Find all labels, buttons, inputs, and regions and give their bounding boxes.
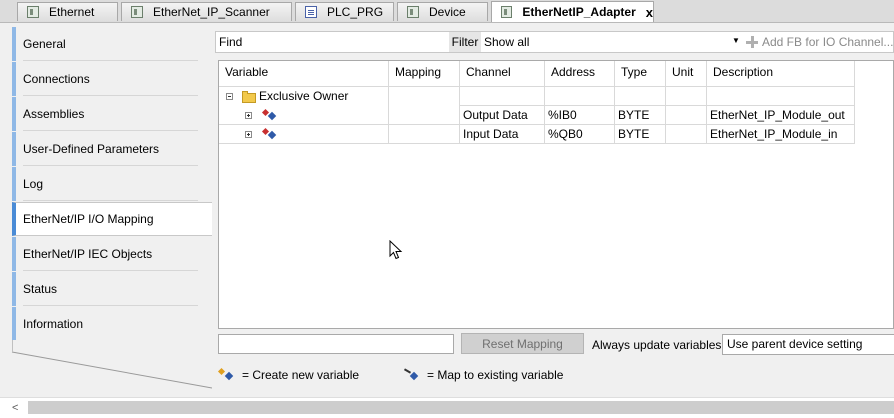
column-header-mapping[interactable]: Mapping — [389, 61, 460, 87]
column-header-description[interactable]: Description — [707, 61, 855, 87]
nav-item-label: Assemblies — [23, 107, 85, 121]
nav-item-log[interactable]: Log — [12, 167, 212, 201]
table-cell — [666, 87, 707, 106]
nav-panel-edge — [11, 340, 213, 389]
nav-item-assemblies[interactable]: Assemblies — [12, 97, 212, 131]
nav-item-status[interactable]: Status — [12, 272, 212, 306]
table-cell — [545, 87, 615, 106]
tab-plc-prg[interactable]: PLC_PRG — [295, 2, 394, 21]
find-filter-bar: Find Filter Show all ▼ Add FB for IO Cha… — [215, 31, 894, 53]
description-cell: EtherNet_IP_Module_in — [707, 125, 855, 144]
column-header-channel[interactable]: Channel — [460, 61, 545, 87]
nav-item-label: User-Defined Parameters — [23, 142, 160, 156]
filter-label: Filter — [449, 32, 481, 52]
mapping-cell[interactable] — [389, 125, 460, 144]
legend-map-label: = Map to existing variable — [427, 368, 564, 382]
scroll-left-icon[interactable]: < — [12, 402, 18, 414]
expand-icon[interactable] — [245, 112, 252, 119]
column-header-type[interactable]: Type — [615, 61, 666, 87]
unit-cell — [666, 106, 707, 125]
io-mapping-panel: Find Filter Show all ▼ Add FB for IO Cha… — [212, 27, 894, 397]
tab-label: Device — [429, 5, 466, 19]
group-label: Exclusive Owner — [259, 89, 349, 103]
unit-cell — [666, 125, 707, 144]
nav-item-label: EtherNet/IP I/O Mapping — [23, 212, 154, 226]
tab-label: PLC_PRG — [327, 5, 384, 19]
scrollbar-thumb[interactable] — [28, 401, 894, 414]
legend-create-variable: = Create new variable — [217, 367, 360, 382]
create-variable-icon — [217, 367, 236, 382]
description-cell: EtherNet_IP_Module_out — [707, 106, 855, 125]
output-variable-icon — [261, 108, 277, 121]
type-cell: BYTE — [615, 125, 666, 144]
nav-item-label: EtherNet/IP IEC Objects — [23, 247, 153, 261]
column-header-variable[interactable]: Variable — [219, 61, 389, 87]
variable-cell[interactable] — [219, 106, 389, 125]
close-icon[interactable]: x — [646, 5, 653, 20]
input-variable-icon — [261, 127, 277, 140]
find-label: Find — [219, 35, 243, 49]
table-cell — [460, 87, 545, 106]
tab-label: EtherNet_IP_Scanner — [153, 5, 270, 19]
plus-icon — [746, 36, 758, 48]
io-mapping-table: Variable Mapping Channel Address Type Un… — [218, 60, 894, 329]
address-cell: %IB0 — [545, 106, 615, 125]
channel-cell: Output Data — [460, 106, 545, 125]
column-header-unit[interactable]: Unit — [666, 61, 707, 87]
always-update-label: Always update variables — [592, 338, 722, 352]
legend-map-variable: = Map to existing variable — [403, 368, 563, 382]
table-cell — [615, 87, 666, 106]
nav-item-label: General — [23, 37, 66, 51]
table-cell — [389, 87, 460, 106]
horizontal-scrollbar[interactable]: < — [0, 397, 894, 418]
device-icon — [27, 6, 39, 18]
reset-mapping-button[interactable]: Reset Mapping — [461, 333, 584, 354]
nav-item-label: Connections — [23, 72, 90, 86]
variable-cell[interactable] — [219, 125, 389, 144]
group-cell: Exclusive Owner — [219, 87, 389, 106]
nav-item-iec-objects[interactable]: EtherNet/IP IEC Objects — [12, 237, 212, 271]
table-row[interactable]: Output Data %IB0 BYTE EtherNet_IP_Module… — [219, 106, 855, 125]
type-cell: BYTE — [615, 106, 666, 125]
device-icon — [131, 6, 143, 18]
legend-create-label: = Create new variable — [242, 368, 360, 382]
always-update-select[interactable]: Use parent device setting — [722, 334, 894, 355]
find-input[interactable] — [246, 32, 446, 52]
channel-cell: Input Data — [460, 125, 545, 144]
add-fb-label: Add FB for IO Channel... — [762, 35, 894, 49]
nav-item-label: Log — [23, 177, 44, 191]
tab-device[interactable]: Device — [397, 2, 488, 21]
add-fb-button[interactable]: Add FB for IO Channel... — [746, 35, 893, 49]
table-row[interactable]: Input Data %QB0 BYTE EtherNet_IP_Module_… — [219, 125, 855, 144]
folder-icon — [242, 91, 256, 103]
mouse-cursor-icon — [389, 240, 403, 260]
tab-ethernet[interactable]: Ethernet — [17, 2, 118, 21]
address-cell: %QB0 — [545, 125, 615, 144]
column-header-address[interactable]: Address — [545, 61, 615, 87]
nav-item-user-defined-parameters[interactable]: User-Defined Parameters — [12, 132, 212, 166]
tab-label: EtherNetIP_Adapter — [522, 5, 636, 19]
device-icon — [407, 6, 419, 18]
filter-select[interactable]: Show all — [484, 35, 738, 49]
bus-cycle-input[interactable] — [218, 334, 454, 354]
program-icon — [305, 6, 317, 18]
tab-label: Ethernet — [49, 5, 95, 19]
collapse-icon[interactable] — [226, 93, 233, 100]
nav-item-io-mapping[interactable]: EtherNet/IP I/O Mapping — [12, 202, 212, 236]
nav-item-label: Status — [23, 282, 58, 296]
editor-tab-strip: Ethernet EtherNet_IP_Scanner PLC_PRG Dev… — [0, 0, 894, 23]
nav-item-connections[interactable]: Connections — [12, 62, 212, 96]
tab-ethernet-ip-scanner[interactable]: EtherNet_IP_Scanner — [121, 2, 292, 21]
nav-item-general[interactable]: General — [12, 27, 212, 61]
mapping-cell[interactable] — [389, 106, 460, 125]
table-cell — [707, 87, 855, 106]
expand-icon[interactable] — [245, 131, 252, 138]
nav-item-label: Information — [23, 317, 84, 331]
map-variable-icon — [403, 368, 421, 382]
device-icon — [501, 6, 513, 18]
tab-ethernetip-adapter[interactable]: EtherNetIP_Adapter x — [491, 1, 654, 22]
chevron-down-icon[interactable]: ▼ — [732, 36, 740, 45]
nav-item-information[interactable]: Information — [12, 307, 212, 341]
table-group-row[interactable]: Exclusive Owner — [219, 87, 855, 106]
